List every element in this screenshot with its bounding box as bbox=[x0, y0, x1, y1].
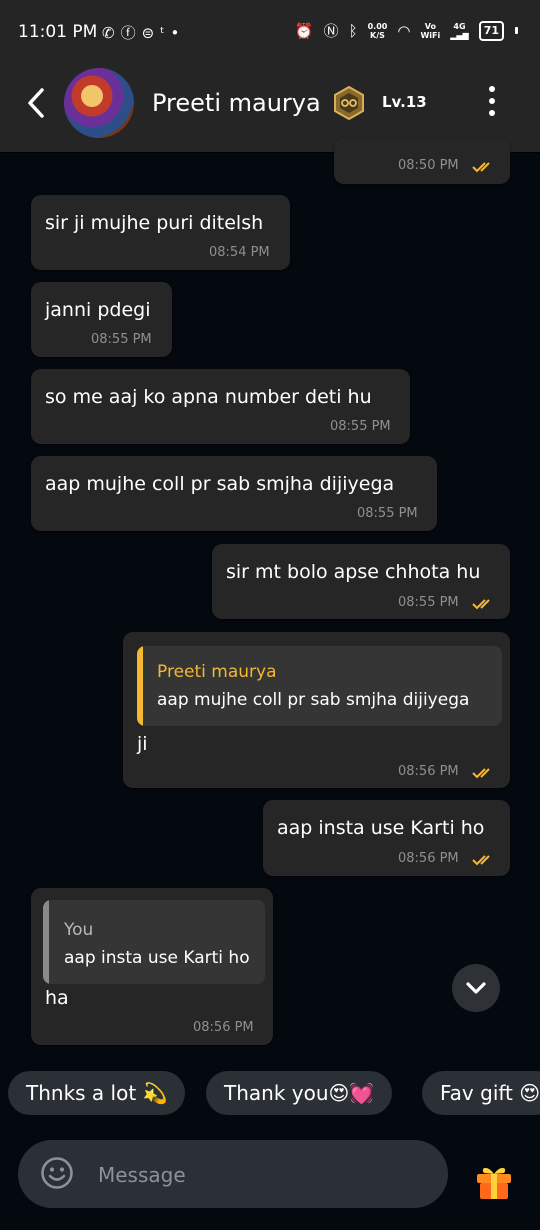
gift-icon[interactable] bbox=[474, 1162, 514, 1200]
network-speed: 0.00 K/S bbox=[367, 21, 388, 40]
quoted-text: aap insta use Karti ho bbox=[64, 948, 250, 968]
alarm-icon: ⏰ bbox=[294, 21, 314, 40]
quoted-sender: You bbox=[64, 920, 94, 940]
message-incoming[interactable]: janni pdegi 08:55 PM bbox=[31, 282, 172, 357]
message-time: 08:55 PM bbox=[91, 332, 152, 347]
quick-reply-chip[interactable]: Thnks a lot 💫 bbox=[8, 1071, 186, 1115]
message-outgoing[interactable]: aap insta use Karti ho 08:56 PM bbox=[263, 800, 510, 876]
message-text: aap insta use Karti ho bbox=[277, 817, 485, 839]
nfc-icon: Ⓝ bbox=[323, 22, 339, 40]
double-check-icon bbox=[472, 162, 490, 173]
level-badge-icon bbox=[334, 86, 364, 120]
emoji-icon[interactable] bbox=[40, 1156, 74, 1190]
signal-icon: 4G ▂▄▆ bbox=[450, 21, 469, 40]
message-text: ji bbox=[137, 733, 148, 755]
chevron-down-icon bbox=[466, 982, 486, 994]
double-check-icon bbox=[472, 768, 490, 779]
status-bar: 11:01 PM ✆ⓕ⊜ᵗ• ⏰ Ⓝ ᛒ 0.00 K/S ◠ Vo WiFi 4G… bbox=[0, 0, 540, 62]
message-time: 08:56 PM bbox=[193, 1020, 254, 1035]
message-composer bbox=[18, 1140, 448, 1208]
message-input[interactable] bbox=[96, 1152, 420, 1198]
message-incoming-reply[interactable]: You aap insta use Karti ho ha 08:56 PM bbox=[31, 888, 273, 1045]
message-incoming[interactable]: sir ji mujhe puri ditelsh 08:54 PM bbox=[31, 195, 290, 270]
battery-icon: 71 bbox=[478, 20, 504, 41]
quoted-sender: Preeti maurya bbox=[157, 662, 277, 682]
vowifi-indicator: Vo WiFi bbox=[420, 21, 441, 40]
message-incoming[interactable]: so me aaj ko apna number deti hu 08:55 P… bbox=[31, 369, 410, 444]
quick-reply-chip[interactable]: Thank you😍💓 bbox=[206, 1071, 393, 1115]
wifi-icon: ◠ bbox=[397, 21, 411, 40]
back-button[interactable] bbox=[22, 84, 52, 124]
double-check-icon bbox=[472, 599, 490, 610]
message-text: aap mujhe coll pr sab smjha dijiyega bbox=[45, 473, 395, 495]
message-text: sir mt bolo apse chhota hu bbox=[226, 561, 481, 583]
message-text: sir ji mujhe puri ditelsh bbox=[45, 212, 264, 234]
message-time: 08:56 PM bbox=[398, 764, 459, 779]
message-time: 08:55 PM bbox=[357, 506, 418, 521]
notification-icons: ✆ⓕ⊜ᵗ• bbox=[102, 24, 186, 42]
status-time: 11:01 PM bbox=[18, 22, 98, 42]
more-options-button[interactable] bbox=[484, 86, 500, 126]
message-time: 08:55 PM bbox=[330, 419, 391, 434]
message-time: 08:55 PM bbox=[398, 595, 459, 610]
message-text: so me aaj ko apna number deti hu bbox=[45, 386, 372, 408]
avatar[interactable] bbox=[64, 68, 134, 138]
message-incoming[interactable]: aap mujhe coll pr sab smjha dijiyega 08:… bbox=[31, 456, 437, 531]
quoted-message[interactable]: You aap insta use Karti ho bbox=[43, 900, 265, 984]
message-outgoing[interactable]: 08:50 PM bbox=[334, 138, 510, 184]
message-outgoing[interactable]: sir mt bolo apse chhota hu 08:55 PM bbox=[212, 544, 510, 619]
contact-name[interactable]: Preeti maurya bbox=[152, 89, 321, 117]
quoted-text: aap mujhe coll pr sab smjha dijiyega bbox=[157, 690, 470, 710]
quoted-message[interactable]: Preeti maurya aap mujhe coll pr sab smjh… bbox=[137, 646, 502, 726]
scroll-to-bottom-button[interactable] bbox=[452, 964, 500, 1012]
message-text: ha bbox=[45, 987, 69, 1009]
quick-reply-chip[interactable]: Fav gift 😍 bbox=[422, 1071, 540, 1115]
bluetooth-icon: ᛒ bbox=[348, 21, 358, 40]
message-outgoing-reply[interactable]: Preeti maurya aap mujhe coll pr sab smjh… bbox=[123, 632, 510, 788]
level-label: Lv.13 bbox=[382, 93, 427, 111]
message-time: 08:56 PM bbox=[398, 851, 459, 866]
chevron-left-icon bbox=[28, 88, 44, 118]
message-time: 08:50 PM bbox=[398, 158, 459, 173]
message-text: janni pdegi bbox=[45, 299, 151, 321]
double-check-icon bbox=[472, 855, 490, 866]
message-time: 08:54 PM bbox=[209, 245, 270, 260]
